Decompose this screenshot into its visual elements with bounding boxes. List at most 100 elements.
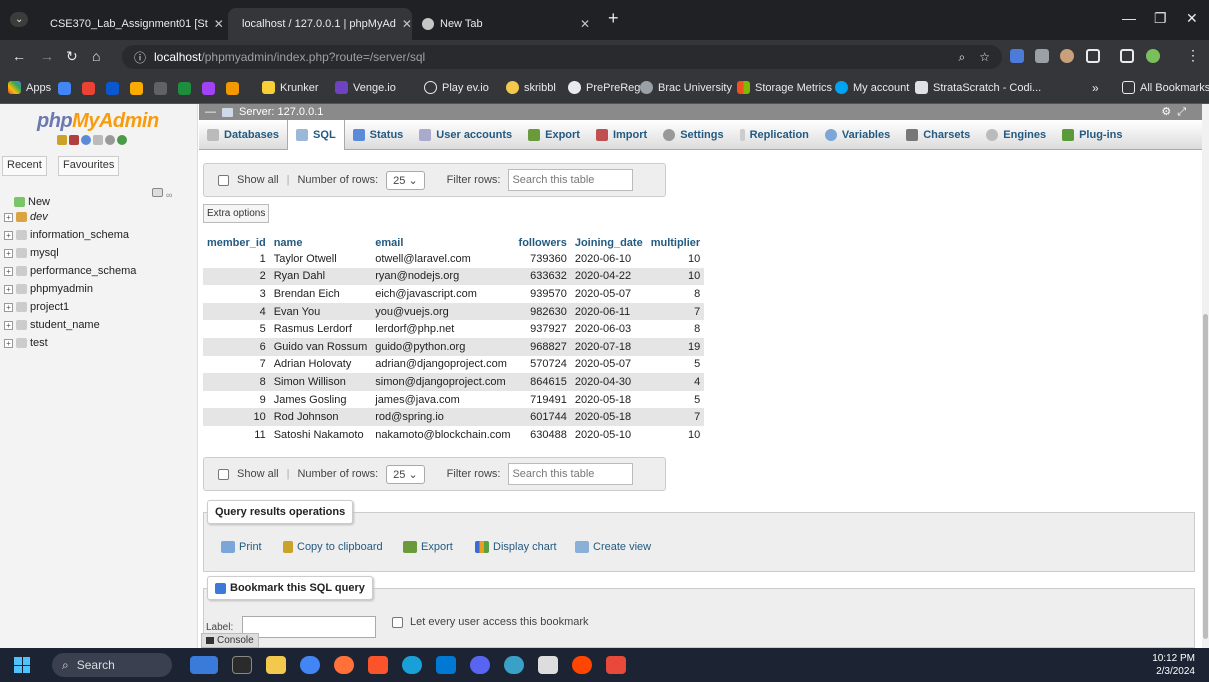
bookmark-stratascratch[interactable]: StrataScratch - Codi...: [915, 81, 1041, 94]
minimize-icon[interactable]: —: [1122, 10, 1136, 26]
edge-icon[interactable]: [402, 656, 422, 674]
bookmark-prepreg[interactable]: PrePreReg: [568, 81, 640, 94]
address-bar[interactable]: ⓘ localhost/phpmyadmin/index.php?route=/…: [122, 45, 1002, 69]
table-row[interactable]: 10 Rod Johnson rod@spring.io 601744 2020-05-…: [203, 408, 705, 426]
recent-button[interactable]: Recent: [2, 156, 47, 176]
home-icon[interactable]: [57, 135, 67, 145]
expand-icon[interactable]: +: [4, 302, 13, 312]
maps-icon[interactable]: [130, 82, 143, 95]
server-link[interactable]: Server: 127.0.0.1: [239, 106, 323, 118]
bookmark-apps[interactable]: Apps: [8, 81, 51, 94]
side-panel-icon[interactable]: [1120, 49, 1134, 63]
column-header[interactable]: name: [270, 236, 372, 250]
filter-rows-input[interactable]: Search this table: [508, 463, 634, 485]
menu-user-accounts[interactable]: User accounts: [411, 128, 520, 141]
tree-item-information-schema[interactable]: + information_schema: [4, 229, 129, 241]
bookmark-venge[interactable]: Venge.io: [335, 81, 396, 94]
table-row[interactable]: 5 Rasmus Lerdorf lerdorf@php.net 937927 2020…: [203, 320, 705, 338]
bookmark-icon[interactable]: [58, 82, 71, 95]
bookmark-label-input[interactable]: [242, 616, 376, 638]
table-row[interactable]: 6 Guido van Rossum guido@python.org 968827 2…: [203, 337, 705, 356]
close-icon[interactable]: ✕: [214, 17, 224, 31]
public-bookmark-option[interactable]: Let every user access this bookmark: [392, 616, 589, 628]
column-header[interactable]: member_id: [203, 236, 270, 250]
task-view-icon[interactable]: [232, 656, 252, 674]
column-header[interactable]: multiplier: [647, 236, 705, 250]
tree-item-phpmyadmin[interactable]: + phpmyadmin: [4, 283, 93, 295]
table-row[interactable]: 3 Brendan Eich eich@javascript.com 939570 20…: [203, 285, 705, 303]
collapse-icon[interactable]: —: [205, 106, 216, 118]
collapse-all-icon[interactable]: [152, 188, 163, 197]
expand-icon[interactable]: +: [4, 230, 13, 240]
extensions-puzzle-icon[interactable]: [1086, 49, 1100, 63]
tree-item-mysql[interactable]: + mysql: [4, 247, 59, 259]
copy-to-clipboard-button[interactable]: Copy to clipboard: [283, 541, 383, 553]
expand-icon[interactable]: +: [4, 284, 13, 294]
column-header[interactable]: Joining_date: [571, 236, 647, 250]
youtube-icon[interactable]: [82, 82, 95, 95]
table-row[interactable]: 9 James Gosling james@java.com 719491 2020-0…: [203, 390, 705, 409]
display-chart-button[interactable]: Display chart: [475, 541, 557, 553]
menu-import[interactable]: Import: [588, 128, 655, 141]
column-header[interactable]: email: [371, 236, 514, 250]
forward-icon[interactable]: →: [40, 48, 54, 64]
bookmark-icon[interactable]: [154, 82, 167, 95]
new-tab-icon[interactable]: +: [608, 8, 619, 29]
brave-icon[interactable]: [368, 656, 388, 674]
close-icon[interactable]: ✕: [580, 17, 590, 31]
menu-settings[interactable]: Settings: [655, 128, 731, 141]
extension-icon[interactable]: [1060, 49, 1074, 63]
system-clock[interactable]: 10:12 PM 2/3/2024: [1152, 652, 1195, 678]
tree-item-student-name[interactable]: + student_name: [4, 319, 100, 331]
tree-item-performance-schema[interactable]: + performance_schema: [4, 265, 136, 277]
discord-icon[interactable]: [470, 656, 490, 674]
bookmark-storage-metrics[interactable]: Storage Metrics: [737, 81, 832, 94]
table-row[interactable]: 4 Evan You you@vuejs.org 982630 2020-06-11 7: [203, 302, 705, 321]
reload-icon[interactable]: ↻: [66, 48, 78, 65]
close-icon[interactable]: ✕: [402, 17, 412, 31]
column-header[interactable]: followers: [515, 236, 571, 250]
taskbar-search[interactable]: ⌕ Search: [52, 653, 172, 677]
tab-lab-assignment[interactable]: CSE370_Lab_Assignment01 [St ✕: [36, 8, 226, 40]
rows-select[interactable]: 25 ⌄: [386, 170, 425, 190]
menu-charsets[interactable]: Charsets: [898, 128, 978, 141]
reload-icon[interactable]: [117, 135, 127, 145]
window-close-icon[interactable]: ✕: [1186, 10, 1198, 27]
menu-export[interactable]: Export: [520, 128, 588, 141]
settings-icon[interactable]: ⚙⤢: [1161, 105, 1192, 119]
extension-icon[interactable]: [1035, 49, 1049, 63]
create-view-button[interactable]: Create view: [575, 541, 651, 553]
docs-icon[interactable]: [93, 135, 103, 145]
home-icon[interactable]: ⌂: [92, 48, 100, 64]
bookmark-krunker[interactable]: Krunker: [262, 81, 319, 94]
bookmark-icon[interactable]: [202, 82, 215, 95]
expand-icon[interactable]: +: [4, 338, 13, 348]
start-button[interactable]: [14, 657, 30, 673]
menu-replication[interactable]: Replication: [732, 128, 817, 141]
tree-item-test[interactable]: + test: [4, 337, 48, 349]
reddit-icon[interactable]: [572, 656, 592, 674]
bookmark-brac[interactable]: Brac University: [640, 81, 732, 94]
menu-databases[interactable]: Databases: [199, 128, 287, 141]
bookmark-evio[interactable]: Play ev.io: [424, 81, 489, 94]
filter-rows-input[interactable]: Search this table: [508, 169, 634, 191]
expand-icon[interactable]: +: [4, 320, 13, 330]
settings-icon[interactable]: [105, 135, 115, 145]
tab-new-tab[interactable]: New Tab ✕: [414, 8, 598, 40]
firefox-icon[interactable]: [334, 656, 354, 674]
menu-engines[interactable]: Engines: [978, 128, 1054, 141]
table-row[interactable]: 2 Ryan Dahl ryan@nodejs.org 633632 2020-04-2…: [203, 267, 705, 286]
menu-sql[interactable]: SQL: [287, 119, 345, 150]
print-button[interactable]: Print: [221, 541, 262, 553]
tab-search-icon[interactable]: ⌄: [10, 12, 29, 27]
tree-item-dev[interactable]: + dev: [4, 211, 48, 223]
back-icon[interactable]: ←: [12, 48, 26, 64]
site-info-icon[interactable]: ⓘ: [134, 49, 146, 66]
console-toggle[interactable]: Console: [201, 633, 259, 648]
profile-avatar[interactable]: [1146, 49, 1160, 63]
extra-options-button[interactable]: Extra options: [203, 204, 270, 223]
bookmark-my-account[interactable]: My account: [835, 81, 909, 94]
expand-icon[interactable]: +: [4, 266, 13, 276]
vscode-icon[interactable]: [436, 656, 456, 674]
restore-icon[interactable]: ❐: [1154, 10, 1167, 27]
